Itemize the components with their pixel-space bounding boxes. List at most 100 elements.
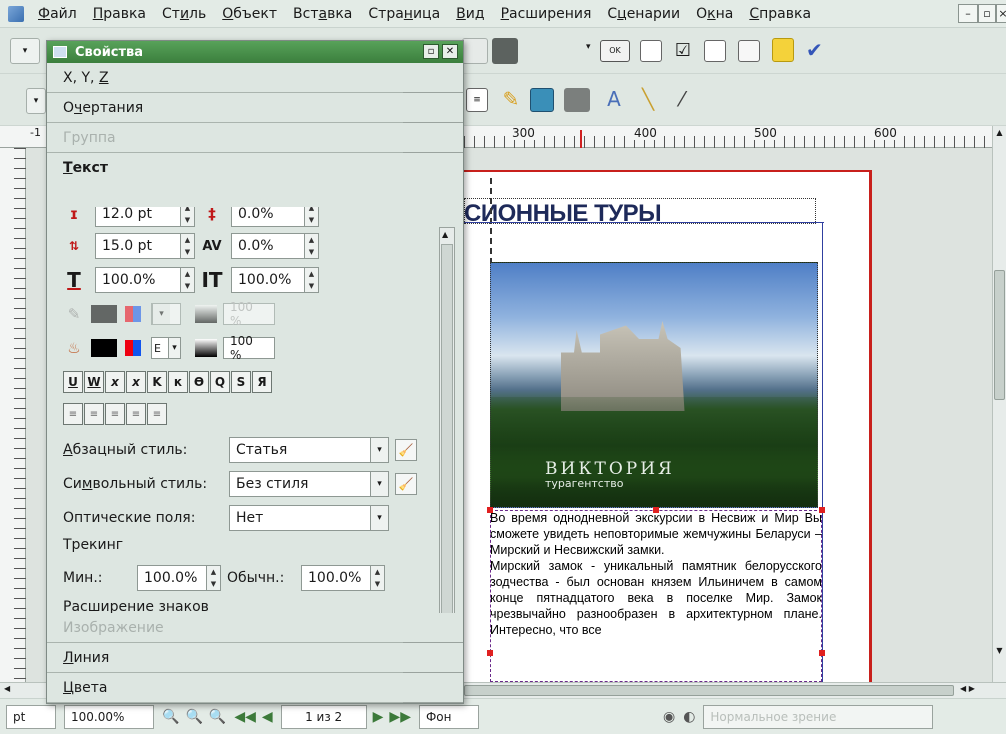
stroke-color-swatch[interactable] <box>91 305 117 323</box>
normal-tracking-field[interactable]: 100.0% ▲ ▼ <box>301 565 385 591</box>
resize-handle[interactable] <box>819 507 825 513</box>
align-left-button[interactable]: ≡ <box>63 403 83 425</box>
first-page-icon[interactable]: ◀◀ <box>234 709 256 725</box>
scroll-left-icon[interactable]: ◀ <box>4 684 16 696</box>
optical-margins-select[interactable]: Нет ▾ <box>229 505 389 531</box>
layer-select[interactable]: Фон <box>418 704 479 729</box>
restore-icon[interactable]: ▫ <box>978 4 996 23</box>
panel-close-icon[interactable]: ✕ <box>442 44 458 59</box>
scroll-up-icon[interactable]: ▲ <box>442 230 448 239</box>
char-style-select[interactable]: Без стиля ▾ <box>229 471 389 497</box>
combobox-form-icon[interactable] <box>704 40 726 62</box>
next-page-icon[interactable]: ▶ <box>373 709 384 725</box>
smallcaps-button[interactable]: к <box>168 371 188 393</box>
tracking-field[interactable]: 0.0% ▲ ▼ <box>231 233 319 259</box>
fill-shade-field[interactable]: 100 % <box>223 334 275 362</box>
image-frame-icon[interactable] <box>564 88 590 112</box>
align-center-button[interactable]: ≡ <box>84 403 104 425</box>
scroll-down-icon[interactable]: ▼ <box>994 646 1005 658</box>
menu-item[interactable]: Сценарии <box>599 0 688 28</box>
align-forced-button[interactable]: ≡ <box>147 403 167 425</box>
align-block-button[interactable]: ≡ <box>126 403 146 425</box>
paragraph-style-clear-icon[interactable]: 🧹 <box>395 439 417 461</box>
checkbox-form-icon[interactable]: ☑ <box>672 40 694 62</box>
link-icon[interactable]: ✔ <box>806 38 826 62</box>
panel-section[interactable]: Линия <box>47 643 463 673</box>
panel-titlebar[interactable]: Свойства ▫ ✕ <box>47 41 463 63</box>
panel-shade-icon[interactable]: ▫ <box>423 44 439 59</box>
char-style-clear-icon[interactable]: 🧹 <box>395 473 417 495</box>
menu-item[interactable]: Файл <box>30 0 85 28</box>
minimize-icon[interactable]: – <box>958 4 978 23</box>
text-field-icon[interactable] <box>640 40 662 62</box>
menu-item[interactable]: Вставка <box>285 0 360 28</box>
panel-section[interactable]: Цвета <box>47 673 463 703</box>
insert-dropdown-icon[interactable]: ▾ <box>586 42 591 52</box>
line-spacing-field[interactable]: 15.0 pt ▲ ▼ <box>95 233 195 259</box>
underline-button[interactable]: U <box>63 371 83 393</box>
menu-item[interactable]: Вид <box>448 0 492 28</box>
prev-page-icon[interactable]: ◀ <box>262 709 273 725</box>
min-tracking-field[interactable]: 100.0% ▲ ▼ <box>137 565 221 591</box>
unit-select[interactable]: pt <box>6 704 56 729</box>
text-frame-selection[interactable] <box>490 510 822 682</box>
visual-mode-icon[interactable]: ◐ <box>683 709 695 725</box>
text-frame-icon[interactable]: ≡ <box>466 88 488 112</box>
font-size-field[interactable]: 12.0 pt ▲ ▼ <box>95 207 195 227</box>
scale-width-field[interactable]: 100.0% ▲ ▼ <box>95 267 195 293</box>
button-form-icon[interactable]: OK <box>600 40 630 62</box>
resize-handle[interactable] <box>487 650 493 656</box>
scroll-right-icon[interactable]: ◀ ▶ <box>960 684 990 696</box>
scroll-thumb[interactable] <box>441 244 453 614</box>
copy-icon[interactable] <box>462 38 488 64</box>
superscript-button[interactable]: x <box>126 371 146 393</box>
fill-color-swatch[interactable] <box>91 339 117 357</box>
panel-section[interactable]: Очертания <box>47 93 463 123</box>
scale-height-field[interactable]: 100.0% ▲ ▼ <box>231 267 319 293</box>
subscript-button[interactable]: x <box>105 371 125 393</box>
resize-handle[interactable] <box>653 507 659 513</box>
stroke-color-dropdown[interactable]: ▾ <box>151 303 181 325</box>
stroke-color-picker-icon[interactable] <box>125 306 141 322</box>
kerning-field[interactable]: 0.0% ▲ ▼ <box>231 207 319 227</box>
glyph-extension-row[interactable]: Расширение знаков <box>63 599 209 613</box>
close-icon[interactable]: × <box>996 4 1006 23</box>
view-mode-select[interactable]: Нормальное зрение <box>703 704 934 729</box>
outline-button[interactable]: Q <box>210 371 230 393</box>
wand-icon[interactable]: ╲ <box>636 86 660 112</box>
measure-icon[interactable]: A <box>602 86 626 112</box>
menu-item[interactable]: Стиль <box>154 0 214 28</box>
menu-item[interactable]: Объект <box>214 0 285 28</box>
zoom-field[interactable]: 100.00% <box>64 704 154 729</box>
zoom-actual-icon[interactable]: 🔍 <box>185 709 202 725</box>
resize-handle[interactable] <box>487 507 493 513</box>
panel-scrollbar[interactable]: ▲ ▲ ▼ <box>439 227 455 647</box>
vertical-ruler[interactable] <box>0 148 26 682</box>
panel-section[interactable]: X, Y, Z <box>47 63 463 93</box>
eyedropper-icon[interactable]: ⁄ <box>670 86 694 112</box>
section-text-header[interactable]: Текст <box>47 153 463 183</box>
story-editor-icon[interactable] <box>530 88 554 112</box>
shadow-button[interactable]: S <box>231 371 251 393</box>
annotation-icon[interactable] <box>772 38 794 62</box>
strikethrough-button[interactable]: Ѳ <box>189 371 209 393</box>
menu-item[interactable]: Страница <box>360 0 448 28</box>
fill-color-picker-icon[interactable] <box>125 340 141 356</box>
resize-handle[interactable] <box>819 650 825 656</box>
preview-icon[interactable]: ◉ <box>663 709 675 725</box>
menu-item[interactable]: Расширения <box>493 0 600 28</box>
paragraph-style-select[interactable]: Статья ▾ <box>229 437 389 463</box>
last-page-icon[interactable]: ▶▶ <box>389 709 411 725</box>
scroll-thumb[interactable] <box>464 685 954 696</box>
castle-image[interactable]: ВИКТОРИЯ турагентство <box>490 262 818 508</box>
panel-section[interactable]: Группа <box>47 123 463 153</box>
menu-item[interactable]: Справка <box>741 0 819 28</box>
zoom-in-icon[interactable]: 🔍 <box>209 709 226 725</box>
scroll-up-icon[interactable]: ▲ <box>994 128 1005 140</box>
toolbar-dropdown[interactable]: ▾ <box>10 38 40 64</box>
align-right-button[interactable]: ≡ <box>105 403 125 425</box>
rtl-button[interactable]: Я <box>252 371 272 393</box>
vertical-scrollbar[interactable]: ▲ ▼ <box>992 126 1006 682</box>
stroke-shade-field[interactable]: 100 % <box>223 300 275 328</box>
menu-item[interactable]: Окна <box>688 0 741 28</box>
